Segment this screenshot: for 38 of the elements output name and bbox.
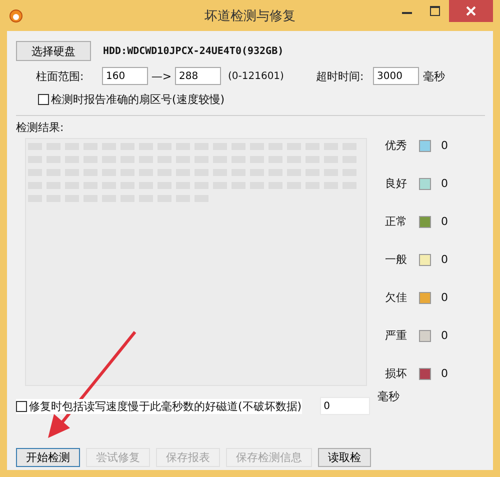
legend-count: 0	[441, 253, 448, 266]
app-icon	[9, 8, 23, 22]
close-icon	[466, 6, 476, 16]
legend-label: 正常	[385, 214, 408, 229]
legend-count: 0	[441, 215, 448, 228]
maximize-icon	[430, 6, 440, 16]
timeout-field[interactable]: 3000	[373, 67, 419, 85]
legend-label: 欠佳	[385, 290, 408, 305]
timeout-unit: 毫秒	[423, 68, 445, 84]
slow-threshold-field[interactable]: 0	[320, 397, 370, 415]
window-title: 坏道检测与修复	[204, 8, 296, 24]
legend-count: 0	[441, 291, 448, 304]
legend-label: 良好	[385, 176, 408, 191]
range-label: 柱面范围:	[36, 68, 85, 84]
legend-count: 0	[441, 177, 448, 190]
report-sector-checkbox[interactable]	[38, 94, 49, 105]
legend-label: 严重	[385, 328, 408, 343]
legend-label: 优秀	[385, 138, 408, 153]
select-disk-button[interactable]: 选择硬盘	[16, 41, 91, 61]
close-button[interactable]	[449, 0, 493, 22]
range-hint: (0-121601)	[228, 70, 285, 82]
repair-slow-label: 修复时包括读写速度慢于此毫秒数的好磁道(不破坏数据)	[29, 398, 302, 414]
legend-label: 损坏	[385, 366, 408, 381]
range-from-field[interactable]: 160	[102, 67, 148, 85]
range-arrow: —>	[150, 70, 173, 82]
legend-label: 一般	[385, 252, 408, 267]
range-to-field[interactable]: 288	[175, 67, 221, 85]
legend-count: 0	[441, 329, 448, 342]
legend-count: 0	[441, 367, 448, 380]
action-button[interactable]: 读取检	[318, 448, 371, 467]
slow-threshold-unit: 毫秒	[378, 389, 400, 404]
disk-name: HDD:WDCWD10JPCX-24UE4T0(932GB)	[103, 46, 284, 56]
timeout-label: 超时时间:	[316, 68, 365, 84]
report-sector-label: 检测时报告准确的扇区号(速度较慢)	[51, 92, 225, 107]
action-button[interactable]: 开始检测	[16, 448, 80, 467]
legend-count: 0	[441, 139, 448, 152]
results-label: 检测结果:	[16, 120, 64, 135]
repair-slow-checkbox[interactable]	[16, 400, 27, 412]
